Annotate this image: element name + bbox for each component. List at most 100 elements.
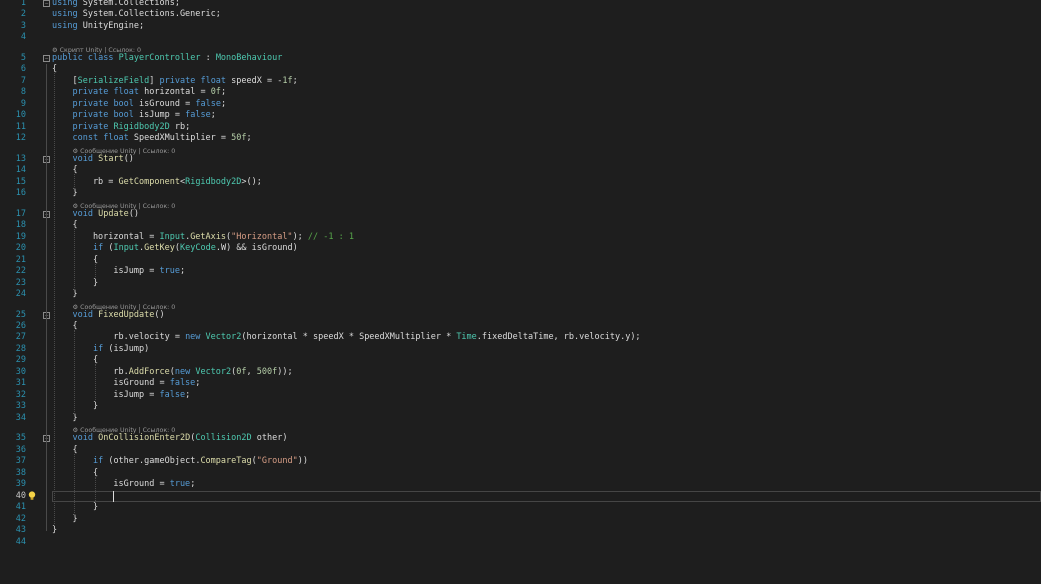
collapse-icon[interactable]: − bbox=[43, 0, 50, 7]
code-line[interactable]: 17 void Update() bbox=[0, 209, 1041, 220]
code-line[interactable]: 21 { bbox=[0, 255, 1041, 266]
code-line[interactable]: 13 void Start() bbox=[0, 154, 1041, 165]
code-token: isGround = bbox=[133, 98, 196, 109]
code-line[interactable]: 1 using System.Collections; bbox=[0, 0, 1041, 9]
code-token: ; bbox=[292, 75, 298, 86]
code-line[interactable]: 19 horizontal = Input.GetAxis("Horizonta… bbox=[0, 232, 1041, 243]
code-line[interactable]: 20 if (Input.GetKey(KeyCode.W) && isGrou… bbox=[0, 243, 1041, 254]
code-line[interactable]: 35 void OnCollisionEnter2D(Collision2D o… bbox=[0, 433, 1041, 444]
code-line[interactable]: 42 } bbox=[0, 514, 1041, 525]
code-token: isJump = bbox=[52, 389, 160, 400]
code-line[interactable]: 5 public class PlayerController : MonoBeh… bbox=[0, 53, 1041, 64]
code-text: horizontal = Input.GetAxis("Horizontal")… bbox=[52, 232, 354, 243]
code-token: , bbox=[246, 366, 257, 377]
line-number: 24 bbox=[15, 289, 26, 300]
code-line[interactable]: 40 bbox=[0, 491, 1041, 502]
code-line[interactable]: 23 } bbox=[0, 278, 1041, 289]
code-line[interactable]: 10 private bool isJump = false; bbox=[0, 110, 1041, 121]
line-number: 20 bbox=[15, 243, 26, 254]
code-line[interactable]: 2 using System.Collections.Generic; bbox=[0, 9, 1041, 20]
code-line[interactable]: 41 } bbox=[0, 502, 1041, 513]
code-text: rb.AddForce(new Vector2(0f, 500f)); bbox=[52, 366, 292, 378]
code-token: 1f bbox=[282, 75, 293, 86]
line-number: 41 bbox=[15, 502, 26, 513]
code-line[interactable]: 33 } bbox=[0, 401, 1041, 412]
code-token: UnityEngine; bbox=[77, 20, 145, 31]
code-line[interactable]: 26 { bbox=[0, 321, 1041, 332]
code-line[interactable]: 30 rb.AddForce(new Vector2(0f, 500f)); bbox=[0, 367, 1041, 378]
code-line[interactable]: 27 rb.velocity = new Vector2(horizontal … bbox=[0, 332, 1041, 343]
line-number: 17 bbox=[15, 208, 26, 219]
line-number: 29 bbox=[15, 355, 26, 366]
code-line[interactable]: 43} bbox=[0, 525, 1041, 536]
code-line[interactable]: 22 isJump = true; bbox=[0, 266, 1041, 277]
collapse-icon[interactable]: − bbox=[43, 54, 50, 62]
code-token: Time bbox=[456, 332, 477, 343]
code-token: >(); bbox=[241, 176, 262, 187]
code-token: GetAxis bbox=[190, 231, 227, 242]
code-line[interactable]: 31 isGround = false; bbox=[0, 378, 1041, 389]
line-number: 44 bbox=[15, 536, 26, 547]
code-line[interactable]: 29 { bbox=[0, 355, 1041, 366]
code-token: SpeedXMultiplier = bbox=[128, 133, 232, 144]
code-token: Update bbox=[98, 208, 129, 219]
indent-guide bbox=[74, 330, 76, 414]
code-text: [SerializeField] private float speedX = … bbox=[52, 75, 298, 87]
code-line[interactable]: 28 if (isJump) bbox=[0, 344, 1041, 355]
code-token: : bbox=[200, 52, 216, 63]
code-line[interactable]: 4 bbox=[0, 32, 1041, 43]
code-line[interactable]: 34 } bbox=[0, 413, 1041, 424]
code-token: float bbox=[200, 75, 227, 86]
code-text: } bbox=[52, 514, 77, 525]
code-text: rb = GetComponent<Rigidbody2D>(); bbox=[52, 177, 262, 188]
code-line[interactable]: 7 [SerializeField] private float speedX … bbox=[0, 76, 1041, 87]
code-token: isJump = bbox=[52, 266, 160, 277]
code-line[interactable]: 37 if (other.gameObject.CompareTag("Grou… bbox=[0, 456, 1041, 467]
code-line[interactable]: 44 bbox=[0, 537, 1041, 548]
code-line[interactable]: 39 isGround = true; bbox=[0, 479, 1041, 490]
code-token: 500f bbox=[256, 366, 278, 377]
line-number: 1 bbox=[20, 0, 26, 8]
code-token: ; bbox=[179, 266, 186, 277]
code-token: false bbox=[169, 378, 196, 389]
code-token: false bbox=[159, 389, 186, 400]
code-token: public bbox=[52, 52, 83, 63]
code-line[interactable]: 36 { bbox=[0, 445, 1041, 456]
code-token: using bbox=[52, 9, 78, 20]
code-line[interactable]: 12 const float SpeedXMultiplier = 50f; bbox=[0, 133, 1041, 144]
code-line[interactable]: 25 void FixedUpdate() bbox=[0, 310, 1041, 321]
code-token: } bbox=[52, 188, 78, 199]
code-token: 0f bbox=[210, 87, 221, 98]
code-line[interactable]: 32 isJump = false; bbox=[0, 390, 1041, 401]
code-token: bool bbox=[113, 98, 134, 109]
code-token: Input bbox=[159, 231, 186, 242]
code-line[interactable]: 3 using UnityEngine; bbox=[0, 21, 1041, 32]
code-token: )) bbox=[297, 456, 308, 467]
code-token: const bbox=[72, 133, 99, 144]
code-token: } bbox=[52, 289, 78, 300]
code-line[interactable]: 24 } bbox=[0, 289, 1041, 300]
code-token: rb; bbox=[169, 121, 191, 132]
code-line[interactable]: 9 private bool isGround = false; bbox=[0, 99, 1041, 110]
code-line[interactable]: 38 { bbox=[0, 468, 1041, 479]
code-line[interactable]: 15 rb = GetComponent<Rigidbody2D>(); bbox=[0, 177, 1041, 188]
code-line[interactable]: 16 } bbox=[0, 188, 1041, 199]
code-token: FixedUpdate bbox=[98, 309, 155, 320]
code-token: 50f bbox=[231, 133, 247, 144]
code-text: private float horizontal = 0f; bbox=[52, 87, 226, 98]
code-token: OnCollisionEnter2D bbox=[98, 433, 191, 444]
code-line[interactable]: 6{ bbox=[0, 64, 1041, 75]
code-token: Collision2D bbox=[195, 433, 252, 444]
code-line[interactable]: 11 private Rigidbody2D rb; bbox=[0, 122, 1041, 133]
code-editor[interactable]: 1 using System.Collections; 2 using System.… bbox=[0, 0, 1041, 584]
line-number: 32 bbox=[15, 389, 26, 400]
code-line[interactable]: 14 { bbox=[0, 165, 1041, 176]
code-text: void Update() bbox=[52, 209, 139, 220]
code-token: isGround = bbox=[52, 479, 170, 490]
code-line[interactable]: 8 private float horizontal = 0f; bbox=[0, 87, 1041, 98]
code-token: horizontal = bbox=[52, 231, 160, 242]
code-line[interactable]: 18 { bbox=[0, 220, 1041, 231]
